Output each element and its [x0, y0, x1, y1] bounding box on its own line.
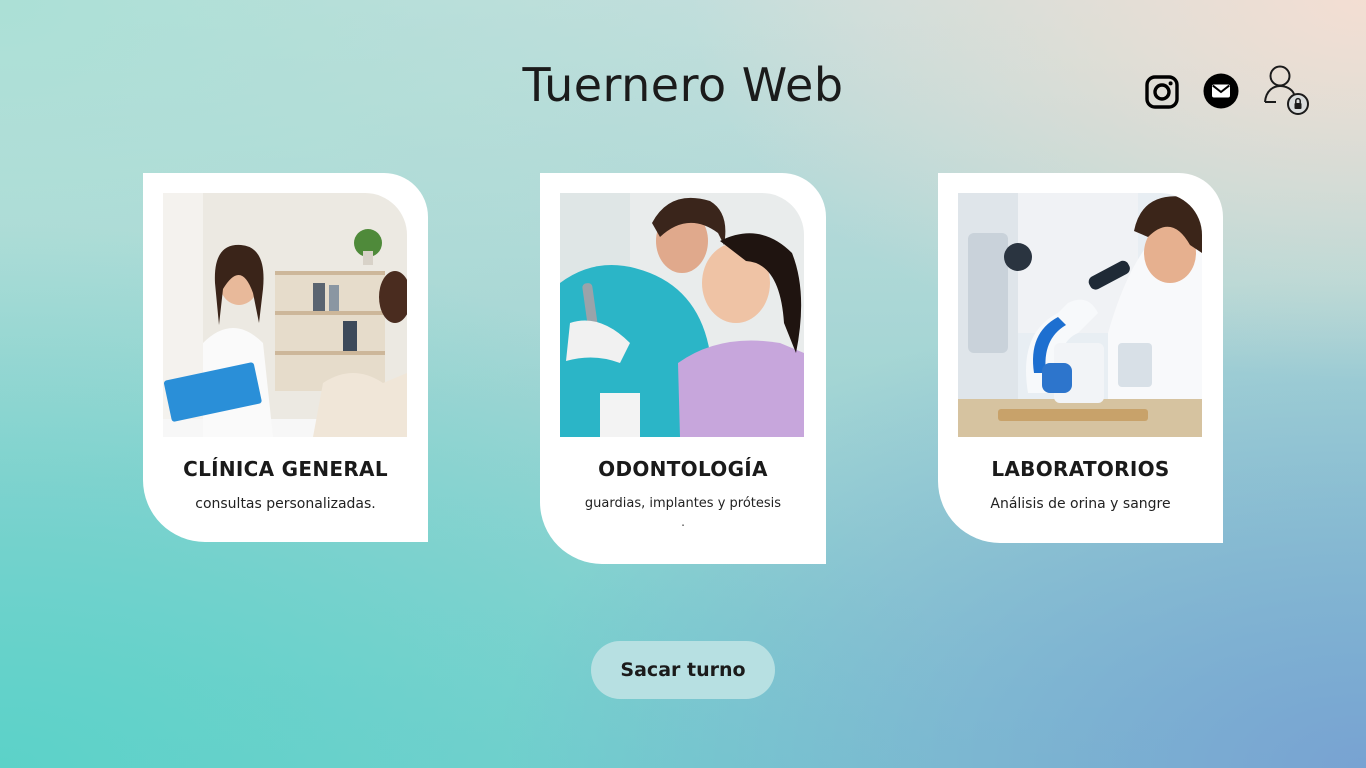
card-description: guardias, implantes y prótesis [584, 496, 782, 511]
card-title: ODONTOLOGÍA [598, 457, 768, 481]
service-card-clinica-general[interactable]: CLÍNICA GENERAL consultas personalizadas… [143, 173, 428, 542]
header-icons [1140, 62, 1330, 122]
card-title: LABORATORIOS [991, 457, 1170, 481]
card-title: CLÍNICA GENERAL [183, 457, 388, 481]
sacar-turno-button[interactable]: Sacar turno [591, 641, 775, 699]
card-extra-text: . [681, 515, 685, 529]
card-description: Análisis de orina y sangre [990, 496, 1171, 512]
service-card-laboratorios[interactable]: LABORATORIOS Análisis de orina y sangre [938, 173, 1223, 543]
mail-icon[interactable] [1203, 73, 1239, 109]
service-card-odontologia[interactable]: ODONTOLOGÍA guardias, implantes y prótes… [540, 173, 826, 564]
user-lock-icon[interactable] [1262, 62, 1316, 118]
doctor-consultation-photo [163, 193, 407, 437]
dentist-patient-photo [560, 193, 804, 437]
lab-microscope-photo [958, 193, 1202, 437]
instagram-icon[interactable] [1145, 75, 1179, 109]
card-description: consultas personalizadas. [195, 496, 376, 512]
